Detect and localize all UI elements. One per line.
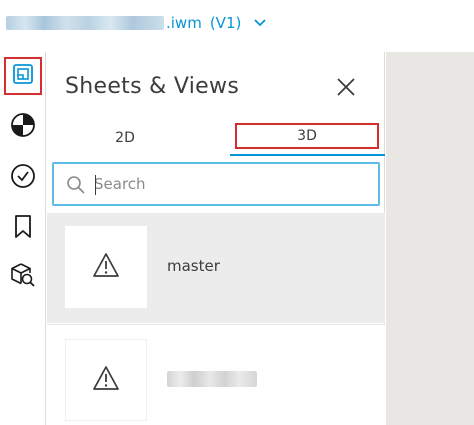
left-toolbar <box>0 52 46 425</box>
view-name-redacted <box>167 371 257 387</box>
search-model-icon <box>9 261 37 293</box>
rail-model-browser-button[interactable] <box>0 107 46 147</box>
active-highlight <box>4 57 42 95</box>
file-title[interactable]: .iwm (V1) <box>6 12 267 34</box>
viewer-canvas[interactable] <box>386 52 474 425</box>
file-name-redacted <box>6 16 164 30</box>
panel-title: Sheets & Views <box>65 74 240 99</box>
top-bar: .iwm (V1) <box>0 0 474 52</box>
search-box <box>52 162 380 206</box>
view-thumbnail <box>65 339 147 421</box>
view-tabs: 2D 3D <box>47 122 385 156</box>
close-icon <box>335 78 357 102</box>
bookmark-icon <box>12 214 34 244</box>
chevron-down-icon[interactable] <box>253 18 267 28</box>
text-caret <box>95 175 96 195</box>
sheets-views-panel: Sheets & Views 2D 3D Search master <box>47 52 385 425</box>
close-panel-button[interactable] <box>335 76 357 98</box>
views-list: master <box>47 212 385 425</box>
view-thumbnail <box>65 226 147 308</box>
view-name: master <box>167 257 220 275</box>
warning-icon <box>92 365 120 395</box>
search-input[interactable] <box>94 172 369 196</box>
tab-2d[interactable]: 2D <box>65 122 185 154</box>
rail-sheets-views-button[interactable] <box>0 56 46 96</box>
tab-3d[interactable]: 3D <box>235 123 379 149</box>
rail-bookmarks-button[interactable] <box>0 209 46 249</box>
warning-icon <box>92 252 120 282</box>
rail-search-model-button[interactable] <box>0 257 46 297</box>
search-icon <box>66 175 86 199</box>
list-item[interactable] <box>47 324 385 425</box>
model-browser-icon <box>10 112 36 142</box>
issues-check-icon <box>10 163 36 193</box>
file-name-suffix: .iwm <box>166 14 202 32</box>
rail-issues-button[interactable] <box>0 158 46 198</box>
version-label: (V1) <box>209 14 242 32</box>
sheets-views-icon <box>12 63 34 89</box>
list-item[interactable]: master <box>47 213 385 323</box>
active-tab-indicator <box>230 154 385 156</box>
